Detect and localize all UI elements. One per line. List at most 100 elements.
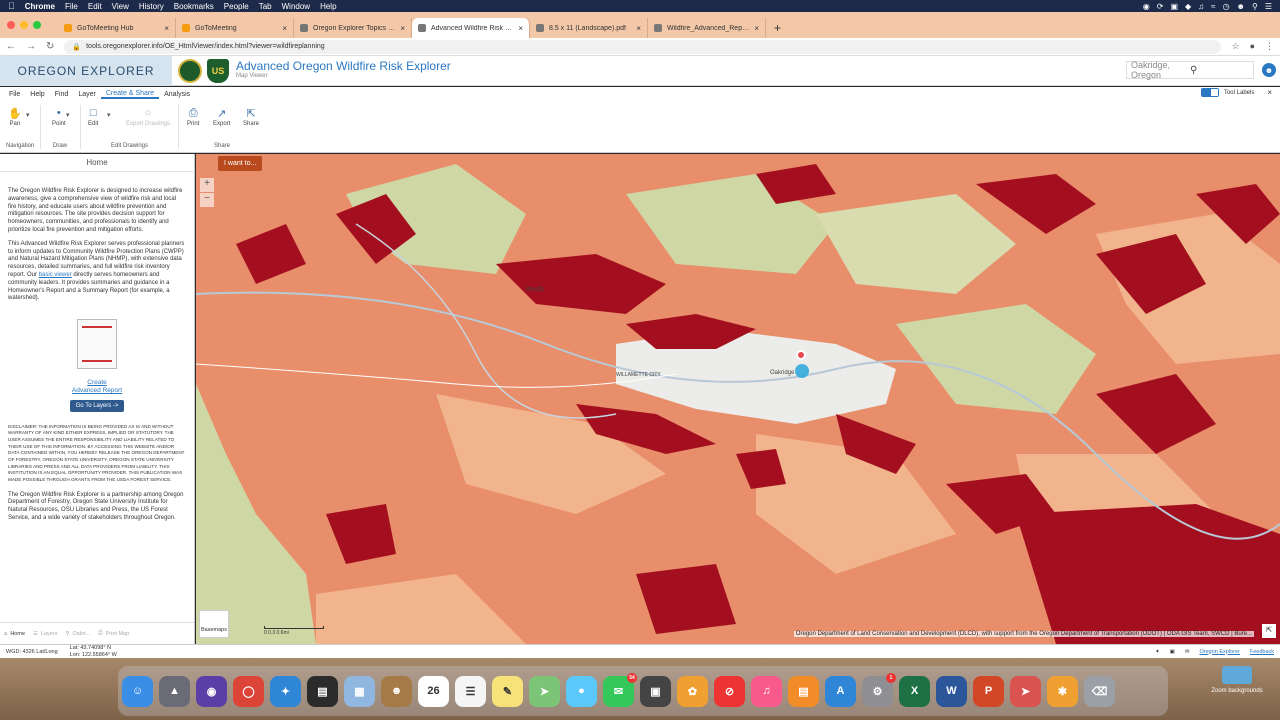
mac-menu-edit[interactable]: Edit — [88, 2, 102, 11]
footer-tab-oakridge[interactable]: ⚲ Oakri... — [65, 631, 90, 637]
mac-menu-window[interactable]: Window — [282, 2, 310, 11]
tool-labels-toggle[interactable] — [1200, 88, 1219, 97]
mac-menu-view[interactable]: View — [112, 2, 129, 11]
create-advanced-report-link[interactable]: Create Advanced Report — [0, 379, 194, 395]
location-search-input[interactable]: Oakridge, Oregon ⚲ — [1126, 60, 1254, 80]
control-center-icon[interactable]: ☰ — [1265, 2, 1272, 11]
map-view[interactable]: Oakridge Westfir WILLAMETTE CITY I want … — [196, 154, 1280, 644]
footer-tab-home[interactable]: ⌂ Home — [4, 631, 25, 637]
twitter-icon[interactable]: ✦ — [1155, 649, 1160, 655]
pan-tool[interactable]: ✋ Pan — [8, 107, 22, 127]
export-tool[interactable]: ↗ Export — [213, 107, 230, 127]
footer-tab-layers[interactable]: ☰ Layers — [33, 631, 57, 637]
photo-booth-icon[interactable]: ▣ — [640, 675, 671, 707]
i-want-to-button[interactable]: I want to... — [218, 156, 263, 171]
notes-icon[interactable]: ✎ — [492, 675, 523, 707]
excel-icon[interactable]: X — [899, 675, 930, 707]
browser-tab[interactable]: GoToMeeting Hub × — [58, 18, 176, 38]
point-dropdown-icon[interactable]: ▾ — [66, 111, 70, 119]
basic-viewer-link[interactable]: basic viewer — [39, 272, 72, 278]
tab-close-icon[interactable]: × — [754, 24, 759, 33]
close-window-button[interactable] — [7, 21, 15, 29]
print-tool[interactable]: ⎙ Print — [187, 107, 199, 127]
new-tab-button[interactable]: + — [766, 21, 789, 38]
tab-close-icon[interactable]: × — [636, 24, 641, 33]
siri-icon[interactable]: ◉ — [196, 675, 227, 707]
app-store-icon[interactable]: A — [825, 675, 856, 707]
point-tool[interactable]: • Point — [52, 107, 66, 127]
browser-tab-active[interactable]: Advanced Wildfire Risk Explorer × — [412, 18, 530, 38]
maps-icon[interactable]: ➤ — [529, 675, 560, 707]
mac-menu-file[interactable]: File — [65, 2, 78, 11]
music-icon[interactable]: ♫ — [751, 675, 782, 707]
menu-help[interactable]: Help — [25, 91, 49, 98]
powerpoint-icon[interactable]: P — [973, 675, 1004, 707]
bookmark-star-icon[interactable]: ☆ — [1231, 41, 1239, 52]
news-icon[interactable]: ⊘ — [714, 675, 745, 707]
dropbox-icon[interactable]: ◆ — [1185, 2, 1191, 11]
trash-icon[interactable]: ⌫ — [1084, 675, 1115, 707]
clock-icon[interactable]: ◷ — [1223, 2, 1230, 11]
selected-location-pin-icon[interactable] — [795, 364, 809, 378]
photos-icon[interactable]: ✿ — [677, 675, 708, 707]
tab-close-icon[interactable]: × — [164, 24, 169, 33]
reload-icon[interactable]: ↻ — [46, 41, 54, 52]
volume-icon[interactable]: ♫ — [1198, 2, 1204, 11]
close-toolbar-icon[interactable]: × — [1267, 88, 1272, 97]
menu-find[interactable]: Find — [50, 91, 74, 98]
menu-analysis[interactable]: Analysis — [159, 91, 195, 98]
expand-attribution-icon[interactable]: ⇱ — [1262, 624, 1276, 638]
report-thumbnail[interactable] — [77, 319, 117, 370]
profile-icon[interactable]: ● — [1250, 41, 1255, 52]
tab-close-icon[interactable]: × — [518, 24, 523, 33]
chrome-menu-icon[interactable]: ⋮ — [1265, 41, 1274, 52]
footer-tab-print-map[interactable]: ⎙ Print Map — [98, 630, 129, 637]
gotomeeting-icon[interactable]: ✱ — [1047, 675, 1078, 707]
zoom-window-button[interactable] — [33, 21, 41, 29]
preview-icon[interactable]: ▦ — [344, 675, 375, 707]
browser-tab[interactable]: GoToMeeting × — [176, 18, 294, 38]
display-icon[interactable]: ▣ — [1170, 2, 1178, 11]
menu-layer[interactable]: Layer — [73, 91, 101, 98]
apple-icon[interactable]:  — [8, 1, 15, 11]
creative-cloud-icon[interactable]: ◉ — [1143, 2, 1150, 11]
browser-tab[interactable]: Oregon Explorer Topics | oregon × — [294, 18, 412, 38]
system-preferences-icon[interactable]: ⚙ 1 — [862, 672, 896, 707]
menu-create-share[interactable]: Create & Share — [100, 90, 160, 99]
word-icon[interactable]: W — [936, 675, 967, 707]
feedback-link[interactable]: Feedback — [1250, 649, 1274, 655]
go-to-layers-button[interactable]: Go To Layers -> — [70, 399, 124, 412]
projection-selector[interactable]: WGD: 4326 Lat/Long — [6, 649, 58, 655]
mac-menu-help[interactable]: Help — [320, 2, 336, 11]
share-tool[interactable]: ⇱ Share — [243, 107, 259, 127]
mac-menu-tab[interactable]: Tab — [259, 2, 272, 11]
launchpad-icon[interactable]: ▲ — [159, 675, 190, 707]
forward-icon[interactable]: → — [26, 41, 36, 52]
browser-tab[interactable]: 8.5 x 11 (Landscape).pdf × — [530, 18, 648, 38]
filezilla-icon[interactable]: ➤ — [1010, 675, 1041, 707]
url-field[interactable]: 🔒 tools.oregonexplorer.info/OE_HtmlViewe… — [64, 39, 1222, 54]
mac-menu-bookmarks[interactable]: Bookmarks — [174, 2, 214, 11]
tab-close-icon[interactable]: × — [400, 24, 405, 33]
zoom-backgrounds-folder[interactable]: Zoom backgrounds — [1206, 666, 1268, 694]
oregon-explorer-link[interactable]: Oregon Explorer — [1199, 649, 1239, 655]
mac-app-name[interactable]: Chrome — [25, 2, 55, 11]
export-drawings-tool[interactable]: ○ Export Drawings — [126, 107, 170, 127]
zoom-app-icon[interactable]: ● — [566, 675, 597, 707]
messages-icon[interactable]: ✉ 54 — [603, 672, 637, 707]
calendar-icon[interactable]: 26 — [418, 675, 449, 707]
chrome-icon[interactable]: ◯ — [233, 675, 264, 707]
reminders-icon[interactable]: ☰ — [455, 675, 486, 707]
contacts-icon[interactable]: ☻ — [381, 675, 412, 707]
safari-icon[interactable]: ✦ — [270, 675, 301, 707]
basemaps-button[interactable]: Basemaps — [199, 610, 229, 638]
zoom-in-button[interactable]: + — [200, 178, 214, 192]
zoom-out-button[interactable]: − — [200, 193, 214, 207]
location-marker-icon[interactable] — [796, 350, 806, 360]
accessibility-icon[interactable]: ☻ — [1262, 63, 1276, 77]
browser-tab[interactable]: Wildfire_Advanced_Report_Oak...× — [648, 18, 766, 38]
tab-close-icon[interactable]: × — [282, 24, 287, 33]
wifi-icon[interactable]: ≈ — [1211, 2, 1215, 11]
edit-dropdown-icon[interactable]: ▾ — [107, 111, 111, 119]
finder-icon[interactable]: ☺ — [122, 675, 153, 707]
